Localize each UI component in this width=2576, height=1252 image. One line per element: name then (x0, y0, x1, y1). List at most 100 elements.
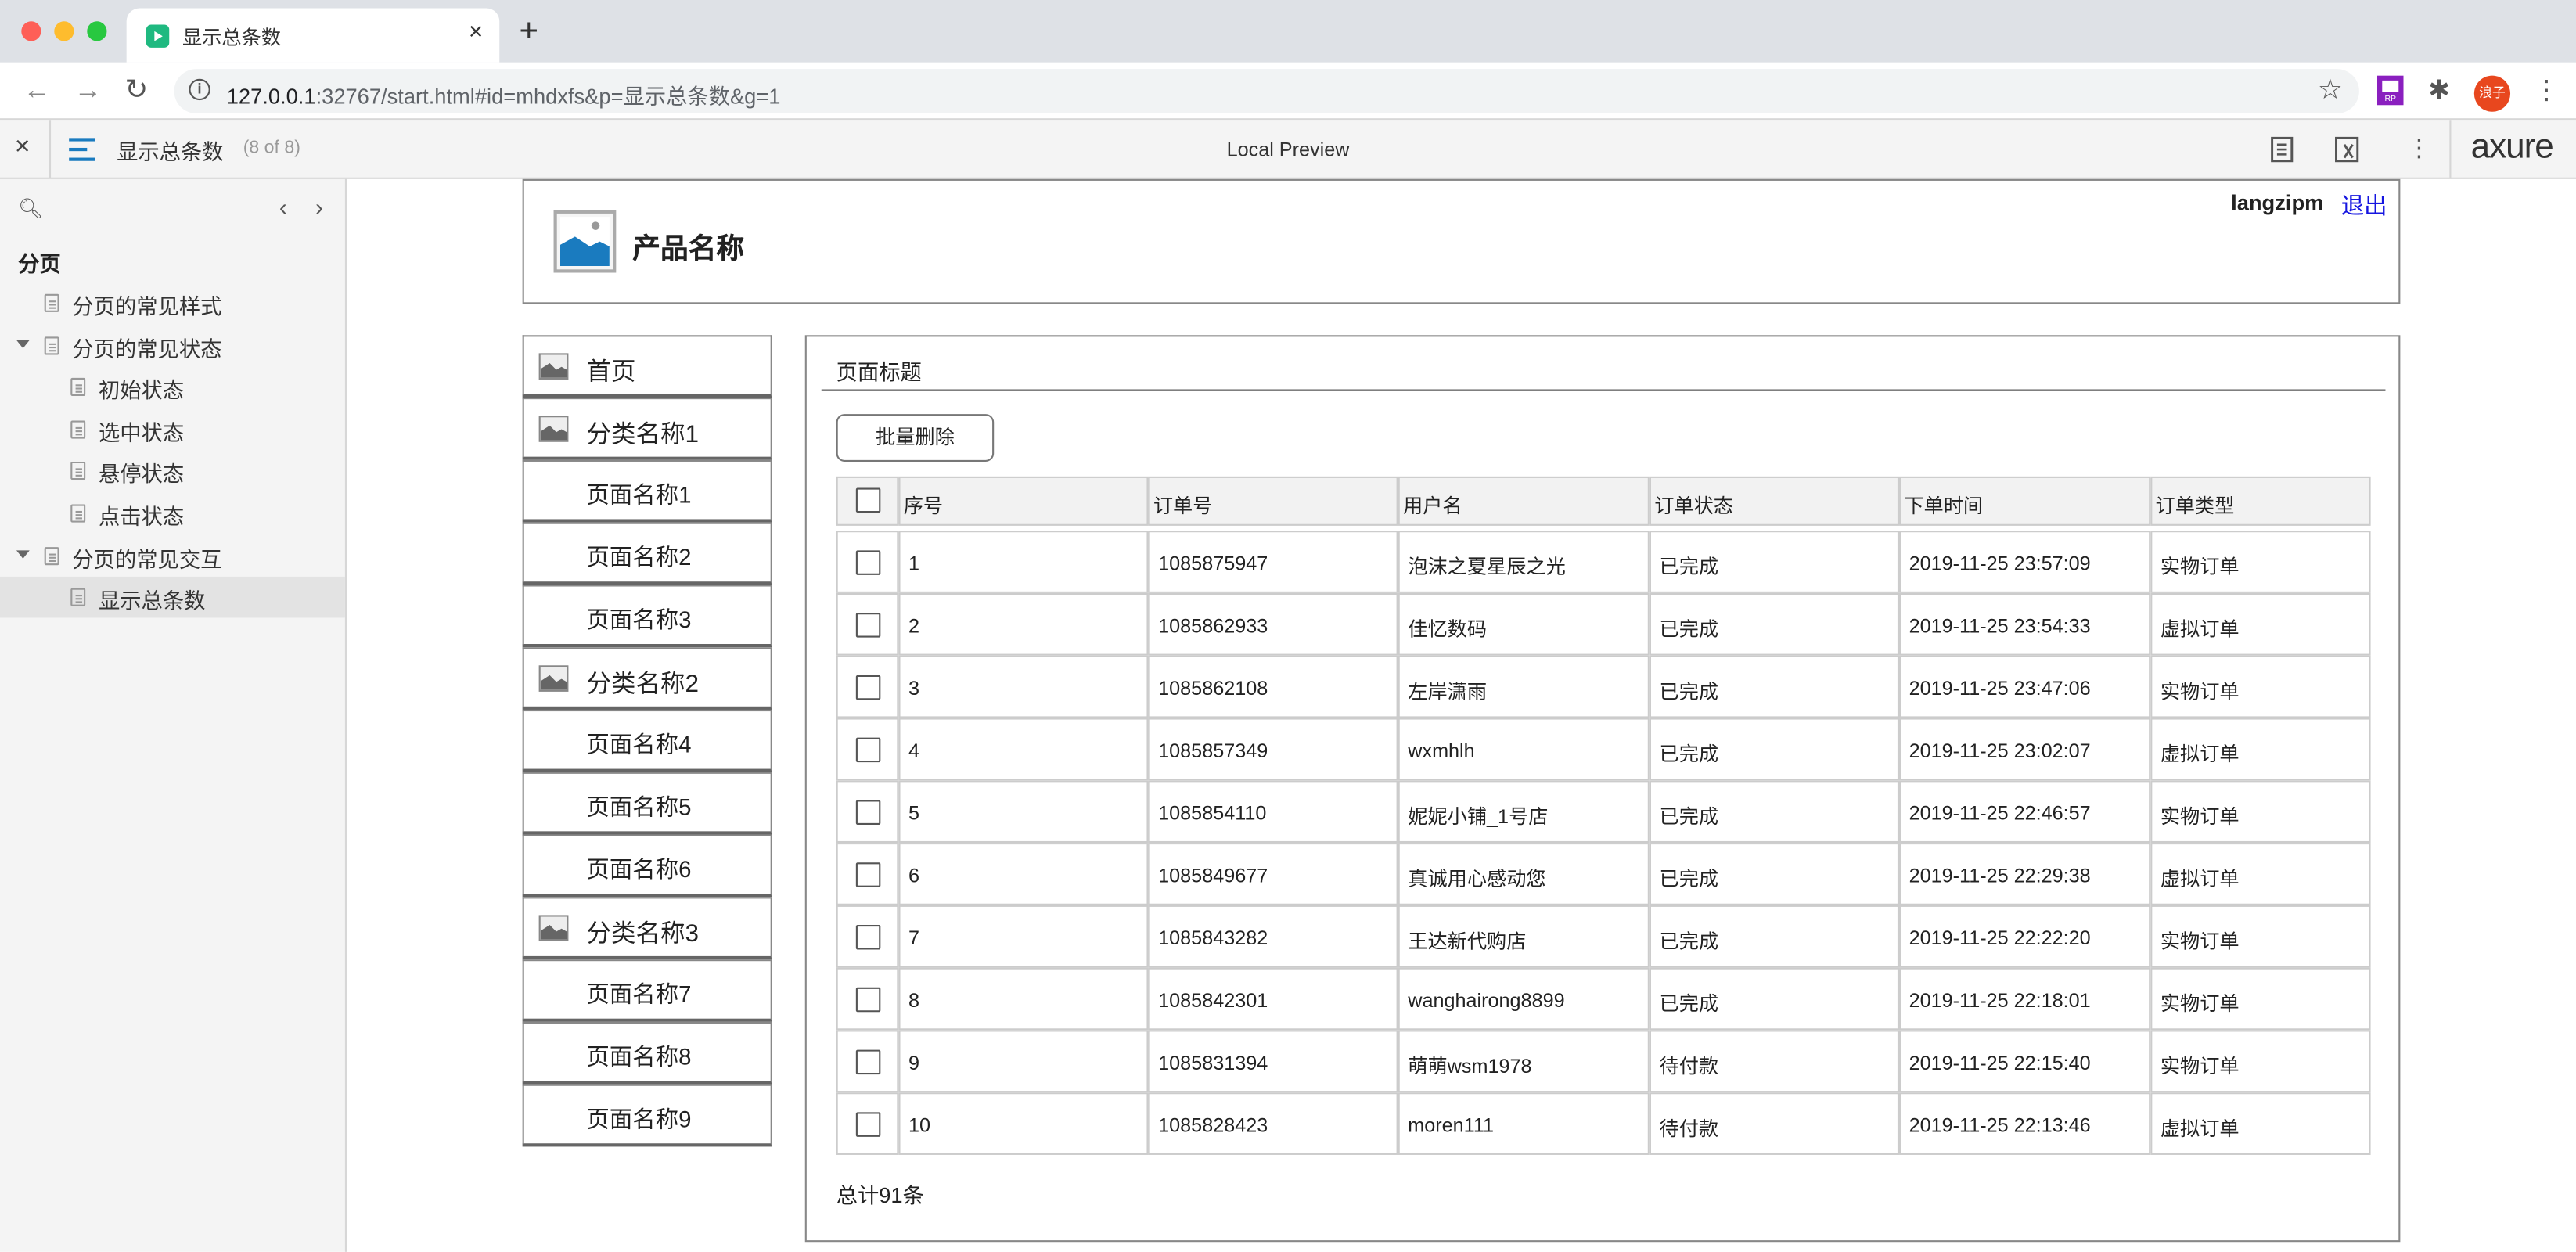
cell-text: 妮妮小铺_1号店 (1408, 804, 1549, 829)
forward-icon[interactable]: → (74, 74, 102, 106)
minimize-window-button[interactable] (54, 21, 74, 41)
row-checkbox[interactable] (855, 550, 881, 575)
logout-link[interactable]: 退出 (2341, 189, 2387, 221)
sidebar-item-label: 点击状态 (98, 504, 185, 530)
sitemap-root-folder[interactable]: 分页 (18, 246, 61, 278)
select-all-checkbox[interactable] (855, 487, 881, 513)
nav-item-label: 首页 (586, 358, 636, 387)
new-tab-icon[interactable]: + (519, 15, 538, 48)
sidebar-item-common-states[interactable]: 分页的常见状态 (0, 326, 345, 366)
nav-item-category-3[interactable]: 分类名称3 (522, 897, 772, 960)
sidebar-item-hover-state[interactable]: 悬停状态 (0, 450, 345, 491)
star-icon[interactable]: ☆ (2318, 74, 2343, 106)
maximize-window-button[interactable] (87, 21, 107, 41)
cell-text: 已完成 (1659, 617, 1719, 641)
table-cell: 2019-11-25 23:57:09 (1899, 531, 2151, 593)
nav-item-page-5[interactable]: 页面名称5 (522, 772, 772, 835)
cell-text: 1085854110 (1158, 801, 1267, 825)
header-cell[interactable]: 序号 (898, 476, 1149, 526)
expand-arrow-icon[interactable] (16, 550, 30, 559)
search-icon[interactable]: 🔍︎ (18, 197, 43, 220)
table-cell: 已完成 (1649, 843, 1900, 905)
row-checkbox[interactable] (855, 925, 881, 950)
sidebar-item-initial-state[interactable]: 初始状态 (0, 366, 345, 407)
cell-text: 左岸潇雨 (1408, 680, 1488, 703)
sidebar-item-label: 分页的常见状态 (72, 336, 222, 362)
axure-rp-extension-icon[interactable]: RP (2376, 75, 2404, 106)
expand-arrow-icon[interactable] (16, 340, 30, 349)
header-cell[interactable]: 下单时间 (1899, 476, 2151, 526)
back-icon[interactable]: ← (23, 74, 51, 106)
browser-menu-icon[interactable]: ⋮ (2533, 74, 2560, 106)
page-icon (44, 547, 59, 566)
nav-item-page-4[interactable]: 页面名称4 (522, 709, 772, 772)
next-page-icon[interactable]: › (315, 194, 323, 221)
close-tab-icon[interactable]: × (469, 18, 483, 46)
cell-text: 2019-11-25 22:18:01 (1909, 988, 2091, 1013)
row-checkbox[interactable] (855, 737, 881, 763)
row-checkbox[interactable] (855, 987, 881, 1013)
table-cell: 1085857349 (1148, 718, 1398, 781)
nav-item-page-6[interactable]: 页面名称6 (522, 834, 772, 898)
table-cell: 虚拟订单 (2150, 718, 2371, 781)
extension-icon[interactable]: ✱ (2428, 74, 2450, 106)
cell-text: 2019-11-25 23:57:09 (1909, 552, 2091, 575)
table-cell: wxmhlh (1398, 718, 1650, 781)
close-window-button[interactable] (21, 21, 41, 41)
cell-text: 已完成 (1659, 867, 1719, 890)
info-icon[interactable]: i (189, 78, 210, 101)
batch-delete-button[interactable]: 批量删除 (836, 414, 995, 462)
sidebar-item-click-state[interactable]: 点击状态 (0, 493, 345, 534)
table-cell: 已完成 (1649, 780, 1900, 844)
nav-item-page-1[interactable]: 页面名称1 (522, 459, 772, 523)
cell-text: 2019-11-25 22:29:38 (1909, 864, 2091, 887)
row-checkbox[interactable] (855, 1112, 881, 1137)
table-cell: 2019-11-25 22:13:46 (1899, 1092, 2151, 1155)
table-cell: 待付款 (1649, 1092, 1900, 1155)
header-cell[interactable]: 订单状态 (1649, 476, 1900, 526)
username: langzipm (2231, 190, 2324, 216)
sidebar-item-common-interactions[interactable]: 分页的常见交互 (0, 535, 345, 576)
previous-page-icon[interactable]: ‹ (279, 194, 287, 221)
avatar[interactable]: 浪子 (2473, 75, 2511, 112)
browser-tab[interactable]: 显示总条数 × (126, 8, 500, 63)
cell-text: 实物订单 (2160, 1054, 2240, 1078)
row-checkbox-cell (836, 780, 899, 844)
page-icon (70, 504, 86, 523)
header-cell[interactable]: 订单类型 (2150, 476, 2371, 526)
row-checkbox[interactable] (855, 1049, 881, 1075)
column-header-status: 订单状态 (1654, 494, 1734, 518)
table-cell: 已完成 (1649, 967, 1900, 1031)
header-cell[interactable]: 订单号 (1148, 476, 1398, 526)
table-cell: 5 (898, 780, 1149, 844)
row-checkbox[interactable] (855, 613, 881, 638)
inspect-icon[interactable] (2334, 136, 2361, 163)
nav-item-page-3[interactable]: 页面名称3 (522, 585, 772, 648)
nav-item-label: 分类名称3 (586, 919, 700, 948)
cell-text: 2019-11-25 23:47:06 (1909, 676, 2091, 700)
sidebar-item-selected-state[interactable]: 选中状态 (0, 409, 345, 450)
notes-icon[interactable] (2271, 136, 2294, 163)
cell-text: 泡沫之夏星辰之光 (1408, 555, 1566, 579)
nav-item-label: 页面名称4 (586, 731, 692, 757)
row-checkbox[interactable] (855, 800, 881, 825)
nav-item-page-7[interactable]: 页面名称7 (522, 959, 772, 1022)
nav-item-home[interactable]: 首页 (522, 335, 772, 398)
header-cell[interactable]: 用户名 (1398, 476, 1650, 526)
row-checkbox[interactable] (855, 862, 881, 887)
reload-icon[interactable]: ↻ (125, 74, 149, 106)
nav-item-page-8[interactable]: 页面名称8 (522, 1021, 772, 1085)
cell-text: 1085849677 (1158, 864, 1268, 887)
nav-item-label: 页面名称1 (586, 481, 692, 508)
nav-item-page-2[interactable]: 页面名称2 (522, 522, 772, 585)
more-options-icon[interactable]: ⋮ (2407, 133, 2431, 163)
nav-item-page-9[interactable]: 页面名称9 (522, 1084, 772, 1147)
sidebar-item-show-total[interactable]: 显示总条数 (0, 576, 345, 618)
nav-item-category-2[interactable]: 分类名称2 (522, 647, 772, 710)
row-checkbox[interactable] (855, 675, 881, 700)
sidebar-item-label: 分页的常见样式 (72, 293, 222, 319)
address-bar[interactable]: i 127.0.0.1:32767/start.html#id=mhdxfs&p… (174, 69, 2359, 113)
sidebar-item-common-styles[interactable]: 分页的常见样式 (0, 282, 345, 323)
table-cell: wanghairong8899 (1398, 967, 1650, 1031)
nav-item-category-1[interactable]: 分类名称1 (522, 398, 772, 460)
